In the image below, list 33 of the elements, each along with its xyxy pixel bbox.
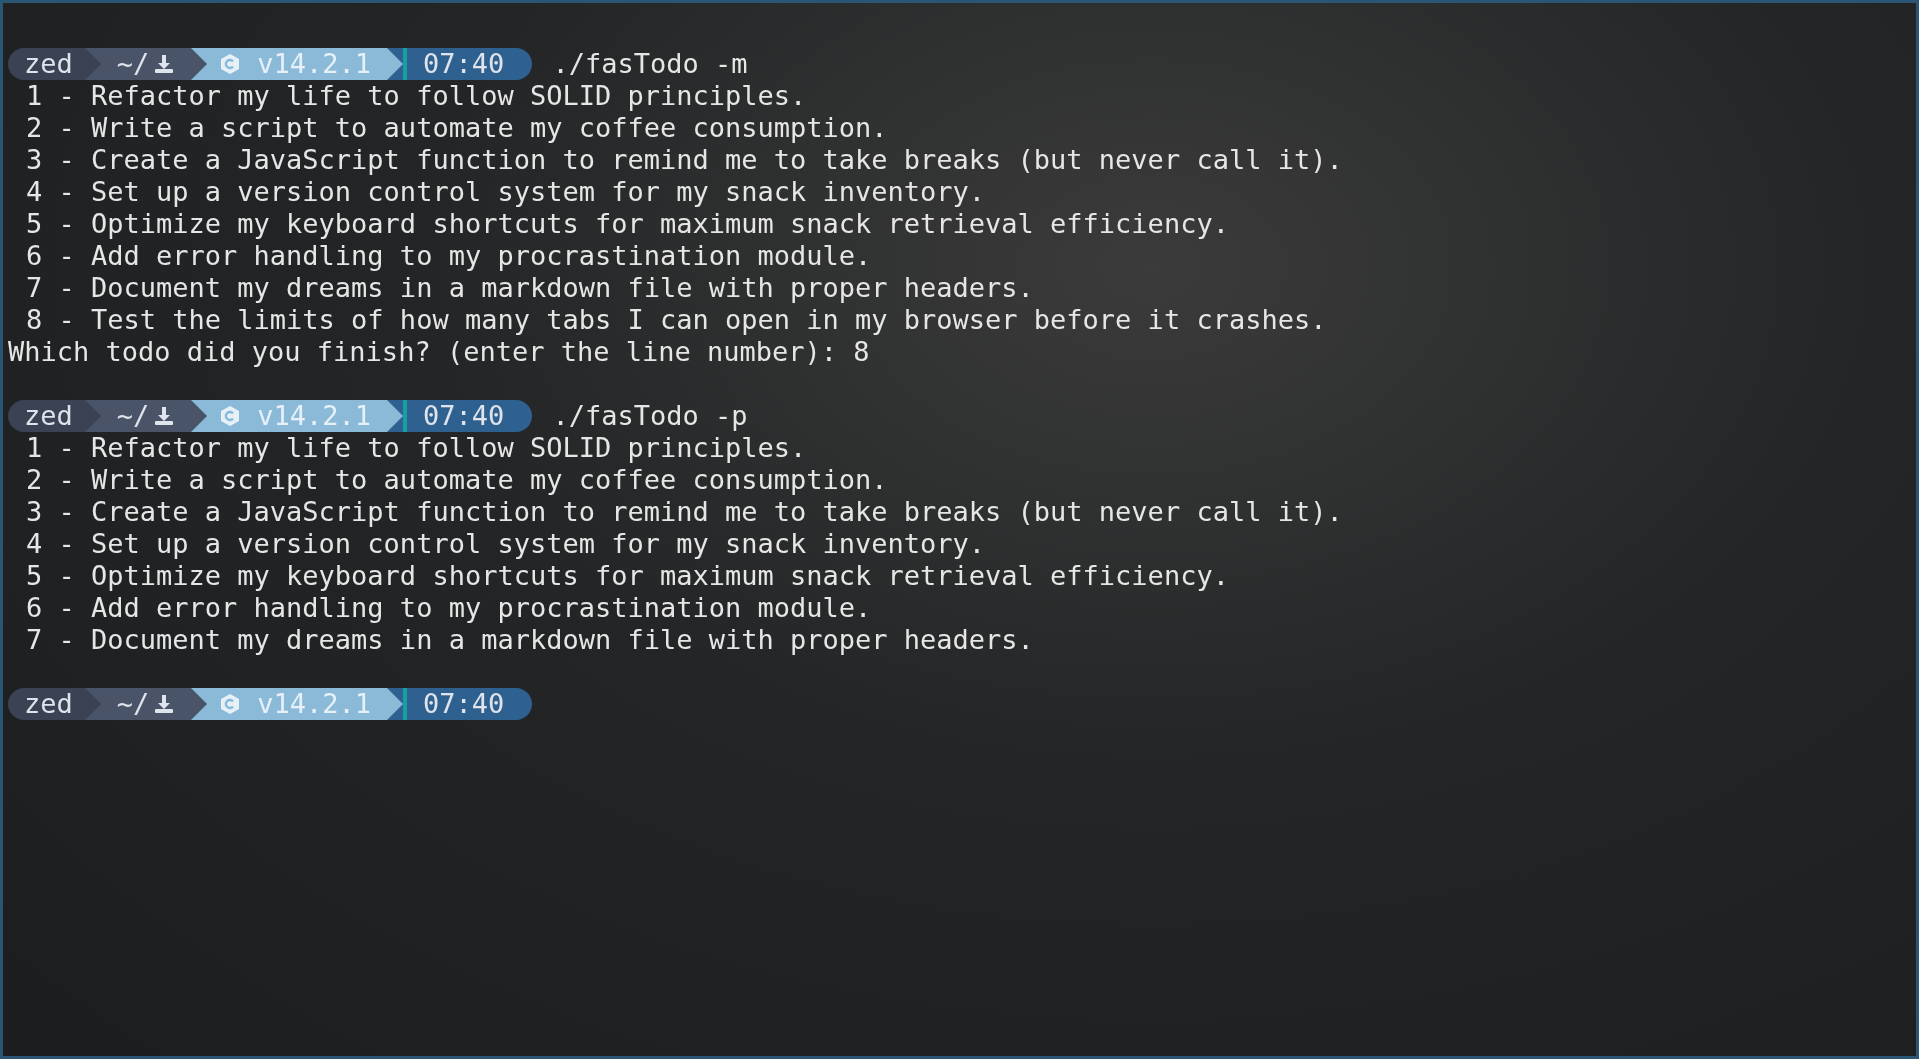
runtime-version: v14.2.1 [257, 48, 372, 80]
todo-item: 6 - Add error handling to my procrastination module. [25, 592, 872, 624]
c-logo-icon [219, 693, 242, 715]
todo-item: 3 - Create a JavaScript function to remind me to take breaks (but never call it). [25, 144, 1343, 176]
todo-item: 7 - Document my dreams in a markdown file with proper headers. [25, 272, 1034, 304]
prompt-question: Which todo did you finish? (enter the line number): 8 [8, 336, 870, 368]
todo-item: 5 - Optimize my keyboard shortcuts for maximum snack retrieval efficiency. [25, 560, 1229, 592]
download-icon [153, 53, 176, 75]
prompt-time: 07:40 [403, 688, 533, 720]
prompt-time: 07:40 [403, 400, 533, 432]
todo-item: 2 - Write a script to automate my coffee consumption. [25, 464, 888, 496]
prompt-directory: ~/ [116, 688, 150, 720]
todo-item: 5 - Optimize my keyboard shortcuts for maximum snack retrieval efficiency. [25, 208, 1229, 240]
todo-item: 8 - Test the limits of how many tabs I can open in my browser before it crashes. [25, 304, 1327, 336]
prompt-directory: ~/ [116, 48, 150, 80]
todo-item: 4 - Set up a version control system for my snack inventory. [25, 528, 986, 560]
prompt-directory: ~/ [116, 400, 150, 432]
todo-item: 1 - Refactor my life to follow SOLID principles. [25, 432, 807, 464]
todo-item: 4 - Set up a version control system for my snack inventory. [25, 176, 986, 208]
todo-item: 2 - Write a script to automate my coffee consumption. [25, 112, 888, 144]
command-line: ./fasTodo -m [552, 48, 748, 80]
runtime-version: v14.2.1 [257, 688, 372, 720]
prompt-time: 07:40 [403, 48, 533, 80]
download-icon [153, 693, 176, 715]
command-line: ./fasTodo -p [552, 400, 748, 432]
download-icon [153, 405, 176, 427]
runtime-version: v14.2.1 [257, 400, 372, 432]
c-logo-icon [219, 53, 242, 75]
c-logo-icon [219, 405, 242, 427]
todo-item: 7 - Document my dreams in a markdown file with proper headers. [25, 624, 1034, 656]
todo-item: 1 - Refactor my life to follow SOLID principles. [25, 80, 807, 112]
todo-item: 6 - Add error handling to my procrastination module. [25, 240, 872, 272]
todo-item: 3 - Create a JavaScript function to remind me to take breaks (but never call it). [25, 496, 1343, 528]
